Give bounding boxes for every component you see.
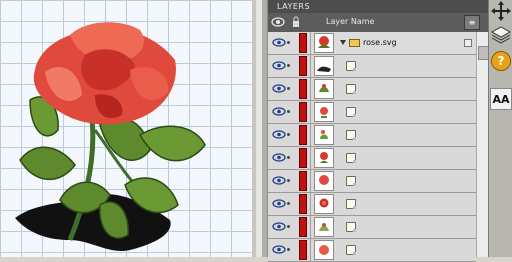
layer-thumbnail (314, 56, 334, 76)
row-separator (310, 147, 311, 169)
layer-note-icon[interactable] (346, 222, 356, 232)
panel-toolstrip: ? AA (488, 0, 512, 257)
layer-row[interactable] (268, 193, 476, 216)
expand-arrow-icon[interactable] (340, 40, 346, 45)
row-separator (310, 101, 311, 123)
layers-list: rose.svg (268, 32, 476, 262)
visibility-eye-icon[interactable] (272, 61, 286, 70)
row-separator (310, 170, 311, 192)
panel-title: LAYERS (268, 0, 488, 13)
visibility-eye-icon[interactable] (272, 176, 286, 185)
layer-thumbnail (314, 217, 334, 237)
character-label: AA (492, 92, 510, 106)
row-separator (310, 78, 311, 100)
layer-row[interactable] (268, 147, 476, 170)
visibility-column-icon[interactable] (271, 16, 285, 28)
layer-color-swatch[interactable] (299, 148, 307, 168)
row-separator (310, 124, 311, 146)
lock-dot-icon[interactable] (287, 202, 290, 205)
layer-note-icon[interactable] (346, 245, 356, 255)
layer-thumbnail (314, 125, 334, 145)
lock-dot-icon[interactable] (287, 179, 290, 182)
layer-thumbnail (314, 33, 334, 53)
lock-dot-icon[interactable] (287, 248, 290, 251)
group-target-icon[interactable] (464, 39, 472, 47)
layer-color-swatch[interactable] (299, 56, 307, 76)
help-label: ? (491, 51, 511, 71)
layer-color-swatch[interactable] (299, 125, 307, 145)
layer-note-icon[interactable] (346, 176, 356, 186)
layers-panel: LAYERS Layer Name ≡ rose.svg (267, 0, 489, 262)
row-separator (310, 239, 311, 261)
folder-icon (349, 39, 360, 47)
layer-thumbnail (314, 79, 334, 99)
layers-column-header: Layer Name ≡ (268, 13, 488, 32)
lock-dot-icon[interactable] (287, 225, 290, 228)
layer-note-icon[interactable] (346, 199, 356, 209)
layer-group-row[interactable]: rose.svg (268, 32, 476, 55)
layer-note-icon[interactable] (346, 153, 356, 163)
visibility-eye-icon[interactable] (272, 222, 286, 231)
layer-row[interactable] (268, 216, 476, 239)
visibility-eye-icon[interactable] (272, 130, 286, 139)
layer-thumbnail (314, 171, 334, 191)
layer-color-swatch[interactable] (299, 102, 307, 122)
visibility-eye-icon[interactable] (272, 107, 286, 116)
layer-note-icon[interactable] (346, 84, 356, 94)
layer-group-name[interactable]: rose.svg (363, 38, 397, 47)
panel-menu-icon[interactable]: ≡ (464, 15, 480, 30)
layer-thumbnail (314, 240, 334, 260)
lock-dot-icon[interactable] (287, 156, 290, 159)
lock-dot-icon[interactable] (287, 110, 290, 113)
layer-color-swatch[interactable] (299, 171, 307, 191)
layer-thumbnail (314, 148, 334, 168)
visibility-eye-icon[interactable] (272, 245, 286, 254)
layer-row[interactable] (268, 101, 476, 124)
layer-color-swatch[interactable] (299, 79, 307, 99)
layer-color-swatch[interactable] (299, 194, 307, 214)
row-separator (310, 193, 311, 215)
layer-note-icon[interactable] (346, 107, 356, 117)
artboard-canvas[interactable] (0, 0, 252, 257)
lock-dot-icon[interactable] (287, 87, 290, 90)
layer-thumbnail (314, 194, 334, 214)
help-icon[interactable]: ? (490, 50, 512, 72)
layer-color-swatch[interactable] (299, 240, 307, 260)
move-icon[interactable] (490, 0, 512, 22)
visibility-eye-icon[interactable] (272, 199, 286, 208)
lock-dot-icon[interactable] (287, 41, 290, 44)
rose-illustration[interactable] (0, 0, 252, 257)
layer-note-icon[interactable] (346, 130, 356, 140)
layer-thumbnail (314, 102, 334, 122)
layer-name-column-label[interactable]: Layer Name (326, 17, 374, 26)
layer-color-swatch[interactable] (299, 33, 307, 53)
visibility-eye-icon[interactable] (272, 84, 286, 93)
lock-dot-icon[interactable] (287, 133, 290, 136)
character-icon[interactable]: AA (490, 88, 512, 110)
layer-row[interactable] (268, 239, 476, 262)
layer-row[interactable] (268, 55, 476, 78)
layer-color-swatch[interactable] (299, 217, 307, 237)
layer-row[interactable] (268, 78, 476, 101)
row-separator (310, 216, 311, 238)
row-separator (310, 55, 311, 77)
layer-note-icon[interactable] (346, 61, 356, 71)
visibility-eye-icon[interactable] (272, 153, 286, 162)
layer-row[interactable] (268, 170, 476, 193)
lock-column-icon[interactable] (292, 16, 300, 28)
layer-row[interactable] (268, 124, 476, 147)
visibility-eye-icon[interactable] (272, 38, 286, 47)
layers-icon[interactable] (490, 24, 512, 46)
lock-dot-icon[interactable] (287, 64, 290, 67)
row-separator (310, 32, 311, 54)
